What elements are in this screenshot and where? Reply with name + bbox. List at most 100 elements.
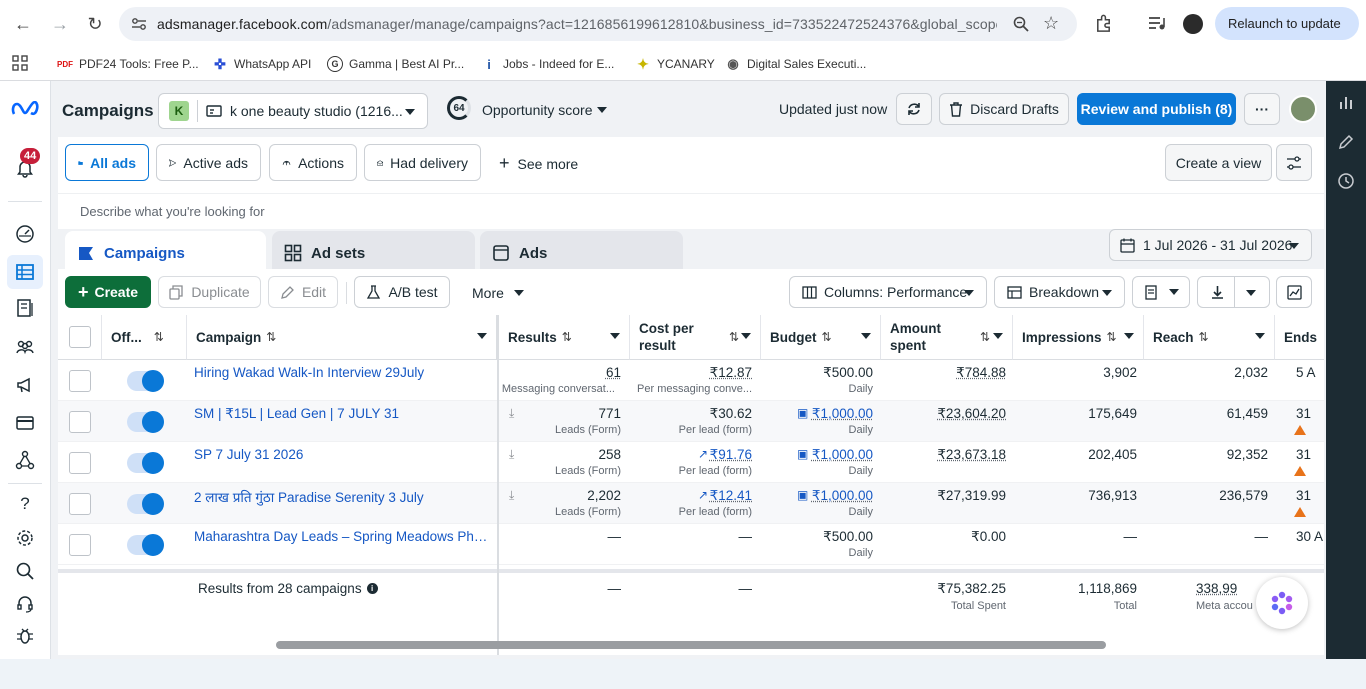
- columns-dropdown[interactable]: Columns: Performance: [789, 276, 987, 308]
- row-checkbox[interactable]: [69, 411, 91, 433]
- chip-actions[interactable]: Actions: [269, 144, 357, 181]
- download-icon[interactable]: [1210, 285, 1225, 300]
- amount-spent-value[interactable]: ₹23,604.20: [937, 406, 1006, 422]
- user-avatar[interactable]: [1289, 95, 1317, 123]
- row-checkbox[interactable]: [69, 534, 91, 556]
- chip-active-ads[interactable]: Active ads: [156, 144, 261, 181]
- budget-chart-icon[interactable]: ▣: [797, 406, 808, 420]
- bookmark-pdf24[interactable]: PDF PDF24 Tools: Free P...: [57, 54, 199, 74]
- header-impressions[interactable]: Impressions ⇅: [1013, 315, 1144, 360]
- amount-spent-value[interactable]: ₹27,319.99: [937, 488, 1006, 504]
- search-icon[interactable]: [13, 559, 37, 583]
- bookmark-whatsapp-api[interactable]: ✜ WhatsApp API: [212, 54, 311, 74]
- relaunch-button[interactable]: Relaunch to update: [1215, 7, 1359, 40]
- bar-chart-icon[interactable]: [1337, 93, 1355, 111]
- header-ends[interactable]: Ends: [1275, 315, 1324, 360]
- table-row[interactable]: Hiring Wakad Walk-In Interview 29July 61…: [58, 360, 1324, 401]
- address-bar[interactable]: adsmanager.facebook.com/adsmanager/manag…: [119, 7, 1077, 41]
- billing-card-icon[interactable]: [13, 411, 37, 435]
- help-question-icon[interactable]: ?: [13, 492, 37, 516]
- campaign-name-link[interactable]: Maharashtra Day Leads – Spring Meadows P…: [194, 529, 490, 544]
- media-control-icon[interactable]: [1148, 15, 1166, 31]
- row-checkbox[interactable]: [69, 493, 91, 515]
- chevron-down-icon[interactable]: [1246, 290, 1256, 296]
- profile-avatar[interactable]: [1183, 14, 1203, 34]
- header-off-on[interactable]: Off... ⇅: [102, 315, 187, 360]
- back-arrow-icon[interactable]: ←: [11, 12, 35, 36]
- header-campaign[interactable]: Campaign ⇅: [187, 315, 498, 360]
- charts-button[interactable]: [1276, 276, 1312, 308]
- warning-icon[interactable]: [1294, 466, 1306, 476]
- header-reach[interactable]: Reach ⇅: [1144, 315, 1275, 360]
- sort-icon[interactable]: ⇅: [1107, 330, 1117, 344]
- budget-chart-icon[interactable]: ▣: [797, 447, 808, 461]
- bookmark-ycanary[interactable]: ✦ YCANARY: [635, 54, 715, 74]
- delivery-toggle[interactable]: [127, 493, 164, 515]
- chevron-down-icon[interactable]: [1255, 333, 1265, 339]
- sort-icon[interactable]: ⇅: [822, 330, 832, 344]
- dashboard-gauge-icon[interactable]: [13, 222, 37, 246]
- amount-spent-value[interactable]: ₹784.88: [956, 365, 1006, 381]
- bookmark-indeed[interactable]: i Jobs - Indeed for E...: [481, 54, 614, 74]
- campaign-name-link[interactable]: SP 7 July 31 2026: [194, 447, 490, 462]
- budget-value[interactable]: ₹1,000.00: [812, 406, 873, 422]
- row-checkbox[interactable]: [69, 370, 91, 392]
- ab-test-button[interactable]: A/B test: [354, 276, 450, 308]
- total-reach[interactable]: 338,99: [1196, 581, 1237, 596]
- more-dropdown[interactable]: More: [472, 285, 524, 301]
- discard-drafts-button[interactable]: Discard Drafts: [939, 93, 1069, 125]
- sort-icon[interactable]: ⇅: [154, 330, 164, 344]
- sort-icon[interactable]: ⇅: [562, 330, 572, 344]
- campaign-name-link[interactable]: Hiring Wakad Walk-In Interview 29July: [194, 365, 490, 380]
- delivery-toggle[interactable]: [127, 370, 164, 392]
- bookmark-digital-sales[interactable]: ◉ Digital Sales Executi...: [725, 54, 866, 74]
- chevron-down-icon[interactable]: [741, 333, 751, 339]
- apps-grid-icon[interactable]: [12, 55, 28, 71]
- support-headset-icon[interactable]: [13, 592, 37, 616]
- ai-search-bar[interactable]: Describe what you're looking for: [58, 193, 1324, 229]
- results-value[interactable]: 258: [598, 447, 621, 462]
- events-manager-icon[interactable]: [13, 448, 37, 472]
- chevron-down-icon[interactable]: [1124, 333, 1134, 339]
- chevron-down-icon[interactable]: [610, 333, 620, 339]
- edit-pencil-icon[interactable]: [1337, 133, 1355, 151]
- cost-per-result-value[interactable]: ₹91.76: [710, 447, 752, 463]
- extensions-icon[interactable]: [1094, 14, 1113, 33]
- chip-had-delivery[interactable]: Had delivery: [364, 144, 481, 181]
- forward-arrow-icon[interactable]: →: [48, 12, 72, 36]
- results-value[interactable]: 61: [606, 365, 621, 380]
- breakdown-dropdown[interactable]: Breakdown: [994, 276, 1125, 308]
- cost-per-result-value[interactable]: ₹12.41: [710, 488, 752, 504]
- account-selector[interactable]: K k one beauty studio (1216...: [158, 93, 428, 129]
- campaigns-table-icon[interactable]: [13, 260, 37, 284]
- delivery-toggle[interactable]: [127, 534, 164, 556]
- horizontal-scrollbar[interactable]: [276, 641, 1106, 649]
- bug-report-icon[interactable]: [13, 624, 37, 648]
- duplicate-button[interactable]: Duplicate: [158, 276, 261, 308]
- row-checkbox[interactable]: [69, 452, 91, 474]
- review-publish-button[interactable]: Review and publish (8): [1077, 93, 1236, 125]
- create-button[interactable]: + Create: [65, 276, 151, 308]
- table-row[interactable]: Maharashtra Day Leads – Spring Meadows P…: [58, 524, 1324, 565]
- zoom-icon[interactable]: [1013, 16, 1029, 32]
- chevron-down-icon[interactable]: [477, 333, 487, 339]
- delivery-toggle[interactable]: [127, 411, 164, 433]
- campaign-name-link[interactable]: 2 लाख प्रति गुंठा Paradise Serenity 3 Ju…: [194, 488, 490, 506]
- reports-dropdown[interactable]: [1132, 276, 1190, 308]
- warning-icon[interactable]: [1294, 425, 1306, 435]
- budget-chart-icon[interactable]: ▣: [797, 488, 808, 502]
- chevron-down-icon[interactable]: [993, 333, 1003, 339]
- bookmark-gamma[interactable]: G Gamma | Best AI Pr...: [327, 54, 464, 74]
- budget-value[interactable]: ₹1,000.00: [812, 447, 873, 463]
- chip-all-ads[interactable]: All ads: [65, 144, 149, 181]
- header-amount-spent[interactable]: Amount spent ⇅: [881, 315, 1013, 360]
- table-row[interactable]: SM | ₹15L | Lead Gen | 7 JULY 31 ⤓ 771 L…: [58, 401, 1324, 442]
- campaign-name-link[interactable]: SM | ₹15L | Lead Gen | 7 JULY 31: [194, 406, 490, 422]
- site-settings-icon[interactable]: [131, 17, 147, 31]
- delivery-toggle[interactable]: [127, 452, 164, 474]
- meta-logo-icon[interactable]: [11, 101, 39, 117]
- sort-icon[interactable]: ⇅: [1199, 330, 1209, 344]
- more-options-button[interactable]: ···: [1244, 93, 1280, 125]
- table-row[interactable]: SP 7 July 31 2026 ⤓ 258 Leads (Form) ↗ ₹…: [58, 442, 1324, 483]
- budget-value[interactable]: ₹500.00: [823, 365, 873, 381]
